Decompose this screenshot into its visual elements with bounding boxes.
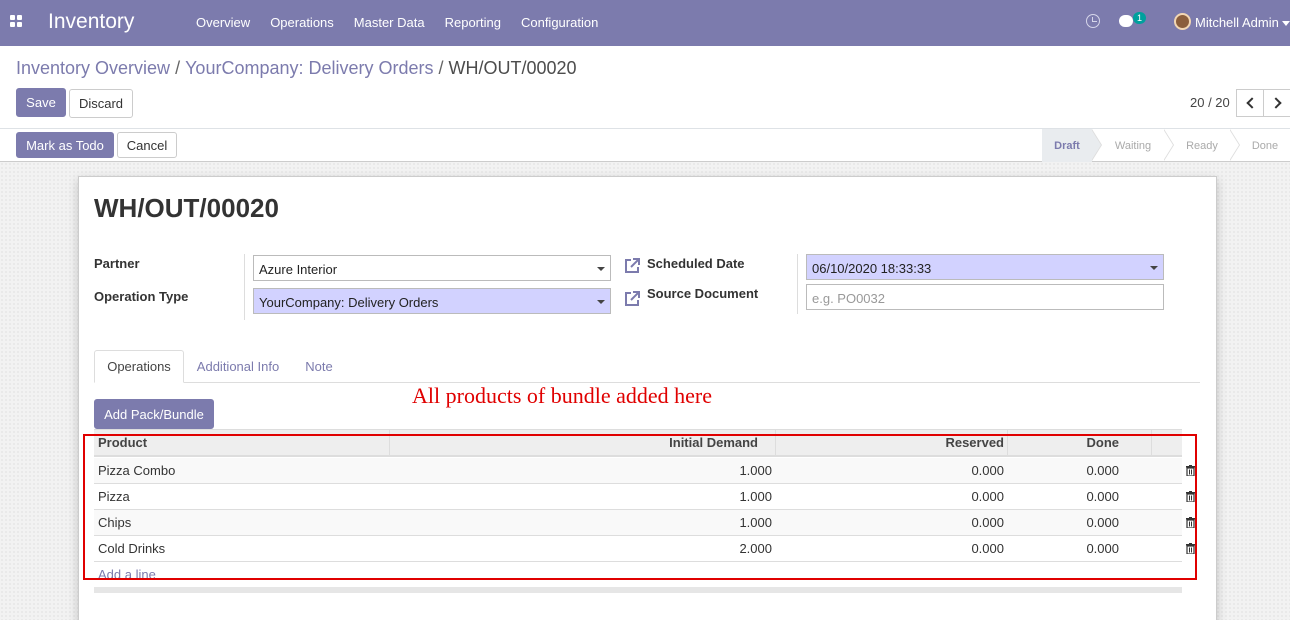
menu-master-data[interactable]: Master Data xyxy=(354,15,425,30)
caret-down-icon xyxy=(597,267,605,271)
breadcrumb-current: WH/OUT/00020 xyxy=(448,58,577,78)
trash-icon[interactable] xyxy=(1186,543,1195,554)
table-row[interactable]: Cold Drinks 2.000 0.000 0.000 xyxy=(94,536,1195,562)
external-link-icon[interactable] xyxy=(623,290,641,308)
menu-reporting[interactable]: Reporting xyxy=(445,15,501,30)
breadcrumb-separator: / xyxy=(175,58,181,78)
chat-icon[interactable] xyxy=(1119,15,1133,27)
operation-type-value: YourCompany: Delivery Orders xyxy=(259,295,439,310)
caret-down-icon xyxy=(597,300,605,304)
operation-type-label: Operation Type xyxy=(94,289,189,304)
table-footer xyxy=(94,587,1182,593)
add-pack-bundle-button[interactable]: Add Pack/Bundle xyxy=(94,399,214,429)
chat-count-badge: 1 xyxy=(1133,12,1147,24)
product-cell[interactable]: Cold Drinks xyxy=(98,536,165,561)
trash-icon[interactable] xyxy=(1186,465,1195,476)
table-header: Product Initial Demand Reserved Done xyxy=(94,429,1182,457)
discard-button[interactable]: Discard xyxy=(69,89,133,118)
partner-value: Azure Interior xyxy=(259,262,338,277)
product-cell[interactable]: Pizza Combo xyxy=(98,458,175,483)
caret-down-icon[interactable] xyxy=(1282,21,1290,26)
initial-demand-cell[interactable]: 2.000 xyxy=(394,536,772,561)
stage-arrow xyxy=(1091,129,1102,162)
done-cell[interactable]: 0.000 xyxy=(1014,484,1119,509)
avatar[interactable] xyxy=(1174,13,1191,30)
breadcrumb-inventory-overview[interactable]: Inventory Overview xyxy=(16,58,170,78)
column-header-initial-demand[interactable]: Initial Demand xyxy=(394,430,758,456)
done-cell[interactable]: 0.000 xyxy=(1014,510,1119,535)
pager-next-button[interactable] xyxy=(1263,89,1290,117)
chevron-left-icon xyxy=(1245,97,1258,109)
menu-overview[interactable]: Overview xyxy=(196,15,250,30)
source-document-input[interactable]: e.g. PO0032 xyxy=(806,284,1164,310)
product-cell[interactable]: Chips xyxy=(98,510,131,535)
clock-icon[interactable] xyxy=(1086,14,1100,28)
column-header-done[interactable]: Done xyxy=(1014,430,1120,456)
initial-demand-cell[interactable]: 1.000 xyxy=(394,484,772,509)
tab-additional-info[interactable]: Additional Info xyxy=(190,350,286,383)
record-title: WH/OUT/00020 xyxy=(94,193,279,223)
trash-icon[interactable] xyxy=(1186,517,1195,528)
column-separator xyxy=(389,430,390,456)
top-navbar: Inventory Overview Operations Master Dat… xyxy=(0,0,1290,46)
caret-down-icon xyxy=(1150,266,1158,270)
source-document-label: Source Document xyxy=(647,286,759,301)
add-a-line-link[interactable]: Add a line xyxy=(98,567,156,582)
reserved-cell: 0.000 xyxy=(971,541,1004,556)
column-separator xyxy=(775,430,776,456)
pager-previous-button[interactable] xyxy=(1236,89,1264,117)
scheduled-date-input[interactable]: 06/10/2020 18:33:33 xyxy=(806,254,1164,280)
breadcrumb-delivery-orders[interactable]: YourCompany: Delivery Orders xyxy=(185,58,433,78)
breadcrumb-separator: / xyxy=(438,58,444,78)
trash-icon[interactable] xyxy=(1186,491,1195,502)
column-separator xyxy=(1151,430,1152,456)
tab-note[interactable]: Note xyxy=(298,350,340,383)
stage-draft[interactable]: Draft xyxy=(1042,129,1092,162)
divider xyxy=(244,254,245,320)
main-menu: Overview Operations Master Data Reportin… xyxy=(186,15,608,30)
done-cell[interactable]: 0.000 xyxy=(1014,458,1119,483)
source-document-placeholder: e.g. PO0032 xyxy=(812,291,885,306)
app-title[interactable]: Inventory xyxy=(48,10,134,34)
chevron-right-icon xyxy=(1269,97,1282,109)
mark-as-todo-button[interactable]: Mark as Todo xyxy=(16,132,114,158)
done-cell[interactable]: 0.000 xyxy=(1014,536,1119,561)
reserved-cell: 0.000 xyxy=(971,489,1004,504)
column-separator xyxy=(1007,430,1008,456)
status-bar: Mark as Todo Cancel Draft Waiting Ready … xyxy=(0,129,1290,162)
external-link-icon[interactable] xyxy=(623,257,641,275)
column-header-product[interactable]: Product xyxy=(98,430,147,456)
column-header-reserved[interactable]: Reserved xyxy=(784,430,1004,456)
partner-select[interactable]: Azure Interior xyxy=(253,255,611,281)
partner-label: Partner xyxy=(94,256,140,271)
stage-arrow xyxy=(1229,129,1240,162)
tab-operations[interactable]: Operations xyxy=(94,350,184,383)
initial-demand-cell[interactable]: 1.000 xyxy=(394,458,772,483)
save-button[interactable]: Save xyxy=(16,88,66,117)
stage-arrow xyxy=(1163,129,1174,162)
product-cell[interactable]: Pizza xyxy=(98,484,130,509)
reserved-cell: 0.000 xyxy=(971,515,1004,530)
menu-configuration[interactable]: Configuration xyxy=(521,15,598,30)
apps-icon[interactable] xyxy=(10,15,24,29)
breadcrumb: Inventory Overview / YourCompany: Delivery… xyxy=(16,58,577,79)
user-name[interactable]: Mitchell Admin xyxy=(1195,15,1279,30)
scheduled-date-value: 06/10/2020 18:33:33 xyxy=(812,261,932,276)
annotation-text: All products of bundle added here xyxy=(412,383,712,408)
stage-done[interactable]: Done xyxy=(1240,129,1290,162)
reserved-cell: 0.000 xyxy=(971,463,1004,478)
stage-ready[interactable]: Ready xyxy=(1174,129,1230,162)
table-row[interactable]: Chips 1.000 0.000 0.000 xyxy=(94,510,1195,536)
menu-operations[interactable]: Operations xyxy=(270,15,334,30)
table-row[interactable]: Pizza 1.000 0.000 0.000 xyxy=(94,484,1195,510)
table-row[interactable]: Pizza Combo 1.000 0.000 0.000 xyxy=(94,458,1195,484)
initial-demand-cell[interactable]: 1.000 xyxy=(394,510,772,535)
stage-waiting[interactable]: Waiting xyxy=(1102,129,1164,162)
operation-type-select[interactable]: YourCompany: Delivery Orders xyxy=(253,288,611,314)
cancel-button[interactable]: Cancel xyxy=(117,132,177,158)
divider xyxy=(797,254,798,314)
scheduled-date-label: Scheduled Date xyxy=(647,256,745,271)
pager-value: 20 / 20 xyxy=(1190,95,1230,110)
